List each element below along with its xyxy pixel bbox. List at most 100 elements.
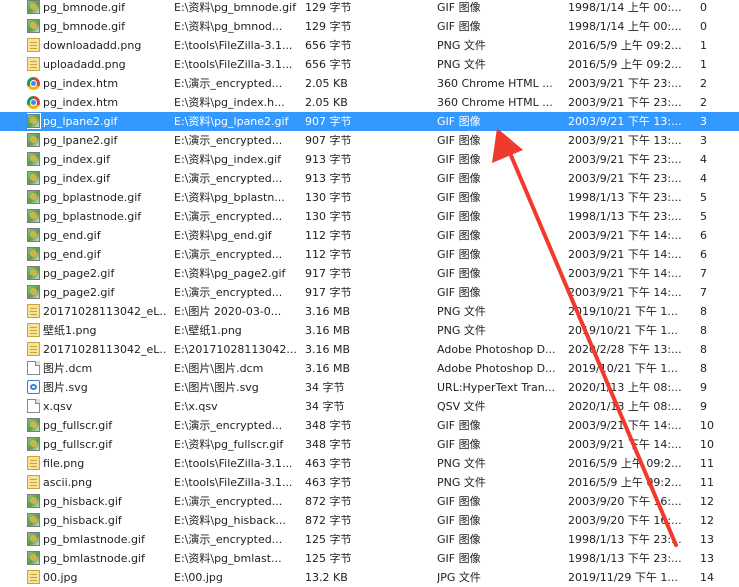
file-row[interactable]: 20171028113042_eL... E:\图片 2020-03-0... 3.… [0, 302, 739, 321]
file-row[interactable]: ascii.png E:\tools\FileZilla-3.1... 463 字节… [0, 473, 739, 492]
file-row[interactable]: pg_fullscr.gif E:\资料\pg_fullscr.gif 348 字节… [0, 435, 739, 454]
modified-date: 2016/5/9 上午 09:2... [568, 476, 682, 489]
file-type-icon-cell [27, 492, 41, 511]
file-row[interactable]: 图片.dcm E:\图片\图片.dcm 3.16 MB Adobe Photoshop… [0, 359, 739, 378]
file-name: 壁纸1.png [43, 324, 97, 337]
file-row[interactable]: pg_end.gif E:\演示_encrypted... 112 字节 GIF 图像… [0, 245, 739, 264]
file-row[interactable]: file.png E:\tools\FileZilla-3.1... 463 字节 P… [0, 454, 739, 473]
file-row[interactable]: pg_index.htm E:\资料\pg_index.h... 2.05 KB 36… [0, 93, 739, 112]
file-row[interactable]: 20171028113042_eL... E:\20171028113042...… [0, 340, 739, 359]
file-row[interactable]: pg_index.gif E:\资料\pg_index.gif 913 字节 GIF … [0, 150, 739, 169]
file-row[interactable]: pg_index.htm E:\演示_encrypted... 2.05 KB 360… [0, 74, 739, 93]
file-type-icon-cell [27, 454, 41, 473]
file-name: pg_index.gif [43, 172, 110, 185]
file-row[interactable]: pg_bmnode.gif E:\资料\pg_bmnode.gif 129 字节 GI… [0, 0, 739, 17]
file-name: pg_lpane2.gif [43, 115, 118, 128]
file-name: pg_fullscr.gif [43, 438, 113, 451]
modified-date: 1998/1/13 下午 23:... [568, 533, 682, 546]
file-name: 20171028113042_eL... [43, 305, 167, 318]
modified-date: 2019/10/21 下午 1... [568, 324, 678, 337]
file-type-icon-cell [27, 568, 41, 587]
modified-date: 1998/1/13 下午 23:... [568, 552, 682, 565]
file-row[interactable]: pg_lpane2.gif E:\演示_encrypted... 907 字节 GIF… [0, 131, 739, 150]
file-size: 13.2 KB [305, 571, 348, 584]
file-row[interactable]: 壁纸1.png E:\壁纸1.png 3.16 MB PNG 文件 2019/10/21… [0, 321, 739, 340]
file-name: 00.jpg [43, 571, 78, 584]
file-name: pg_page2.gif [43, 286, 115, 299]
duplicate-group: 3 [700, 115, 707, 128]
file-name: pg_index.htm [43, 96, 119, 109]
duplicate-group: 8 [700, 362, 707, 375]
file-type-icon-cell [27, 264, 41, 283]
document-icon [27, 399, 40, 413]
file-name: pg_bplastnode.gif [43, 210, 142, 223]
duplicate-group: 12 [700, 495, 714, 508]
file-name: pg_bmlastnode.gif [43, 533, 145, 546]
png-file-icon [27, 475, 40, 489]
duplicate-group: 6 [700, 248, 707, 261]
modified-date: 2003/9/21 下午 14:... [568, 438, 682, 451]
file-row[interactable]: pg_bplastnode.gif E:\资料\pg_bplastn... 130 … [0, 188, 739, 207]
image-icon [27, 437, 40, 451]
file-row[interactable]: pg_bmlastnode.gif E:\演示_encrypted... 125 字… [0, 530, 739, 549]
file-size: 2.05 KB [305, 77, 348, 90]
file-row[interactable]: pg_bplastnode.gif E:\演示_encrypted... 130 字… [0, 207, 739, 226]
modified-date: 2020/1/13 上午 08:... [568, 381, 682, 394]
file-row[interactable]: pg_lpane2.gif E:\资料\pg_lpane2.gif 907 字节 GI… [0, 112, 739, 131]
image-icon [27, 513, 40, 527]
file-path: E:\图片\图片.dcm [174, 362, 264, 375]
file-row[interactable]: downloadadd.png E:\tools\FileZilla-3.1...… [0, 36, 739, 55]
duplicate-group: 8 [700, 324, 707, 337]
file-size: 872 字节 [305, 495, 352, 508]
file-path: E:\壁纸1.png [174, 324, 242, 337]
modified-date: 2016/5/9 上午 09:2... [568, 58, 682, 71]
modified-date: 2003/9/21 下午 23:... [568, 77, 682, 90]
file-type-icon-cell [27, 169, 41, 188]
chrome-html-icon [27, 96, 40, 109]
file-row[interactable]: pg_bmnode.gif E:\资料\pg_bmnod... 129 字节 GIF … [0, 17, 739, 36]
modified-date: 2003/9/21 下午 13:... [568, 115, 682, 128]
duplicate-group: 1 [700, 58, 707, 71]
png-file-icon [27, 38, 40, 52]
document-icon [27, 361, 40, 375]
file-row[interactable]: pg_fullscr.gif E:\演示_encrypted... 348 字节 GI… [0, 416, 739, 435]
file-row[interactable]: pg_hisback.gif E:\资料\pg_hisback... 872 字节 G… [0, 511, 739, 530]
file-name: ascii.png [43, 476, 93, 489]
file-row[interactable]: 图片.svg E:\图片\图片.svg 34 字节 URL:HyperText Tra… [0, 378, 739, 397]
file-row[interactable]: uploadadd.png E:\tools\FileZilla-3.1... 65… [0, 55, 739, 74]
file-name: pg_bplastnode.gif [43, 191, 142, 204]
file-name: downloadadd.png [43, 39, 142, 52]
svg-file-icon [27, 380, 40, 394]
file-size: 125 字节 [305, 552, 352, 565]
file-row[interactable]: pg_hisback.gif E:\演示_encrypted... 872 字节 GI… [0, 492, 739, 511]
file-type-icon-cell [27, 188, 41, 207]
modified-date: 2003/9/21 下午 23:... [568, 153, 682, 166]
file-row[interactable]: pg_page2.gif E:\演示_encrypted... 917 字节 GIF … [0, 283, 739, 302]
file-row[interactable]: pg_end.gif E:\资料\pg_end.gif 112 字节 GIF 图像 20… [0, 226, 739, 245]
duplicate-group: 2 [700, 77, 707, 90]
file-path: E:\资料\pg_bmlast... [174, 552, 282, 565]
file-size: 656 字节 [305, 39, 352, 52]
duplicate-group: 3 [700, 134, 707, 147]
image-icon [27, 152, 40, 166]
file-row[interactable]: pg_page2.gif E:\资料\pg_page2.gif 917 字节 GIF … [0, 264, 739, 283]
duplicate-group: 5 [700, 210, 707, 223]
duplicate-group: 11 [700, 476, 714, 489]
duplicate-group: 6 [700, 229, 707, 242]
file-row[interactable]: 00.jpg E:\00.jpg 13.2 KB JPG 文件 2019/11/29 下… [0, 568, 739, 587]
file-path: E:\演示_encrypted... [174, 286, 283, 299]
png-file-icon [27, 57, 40, 71]
file-type: GIF 图像 [437, 229, 481, 242]
file-path: E:\资料\pg_bplastn... [174, 191, 285, 204]
file-path: E:\tools\FileZilla-3.1... [174, 457, 293, 470]
modified-date: 2003/9/21 下午 14:... [568, 419, 682, 432]
file-row[interactable]: pg_bmlastnode.gif E:\资料\pg_bmlast... 125 字… [0, 549, 739, 568]
file-row[interactable]: x.qsv E:\x.qsv 34 字节 QSV 文件 2020/1/13 上午 08:… [0, 397, 739, 416]
file-size: 125 字节 [305, 533, 352, 546]
file-type: GIF 图像 [437, 438, 481, 451]
file-type: GIF 图像 [437, 533, 481, 546]
file-path: E:\tools\FileZilla-3.1... [174, 39, 293, 52]
file-row[interactable]: pg_index.gif E:\演示_encrypted... 913 字节 GIF … [0, 169, 739, 188]
file-type-icon-cell [27, 473, 41, 492]
file-size: 3.16 MB [305, 362, 351, 375]
